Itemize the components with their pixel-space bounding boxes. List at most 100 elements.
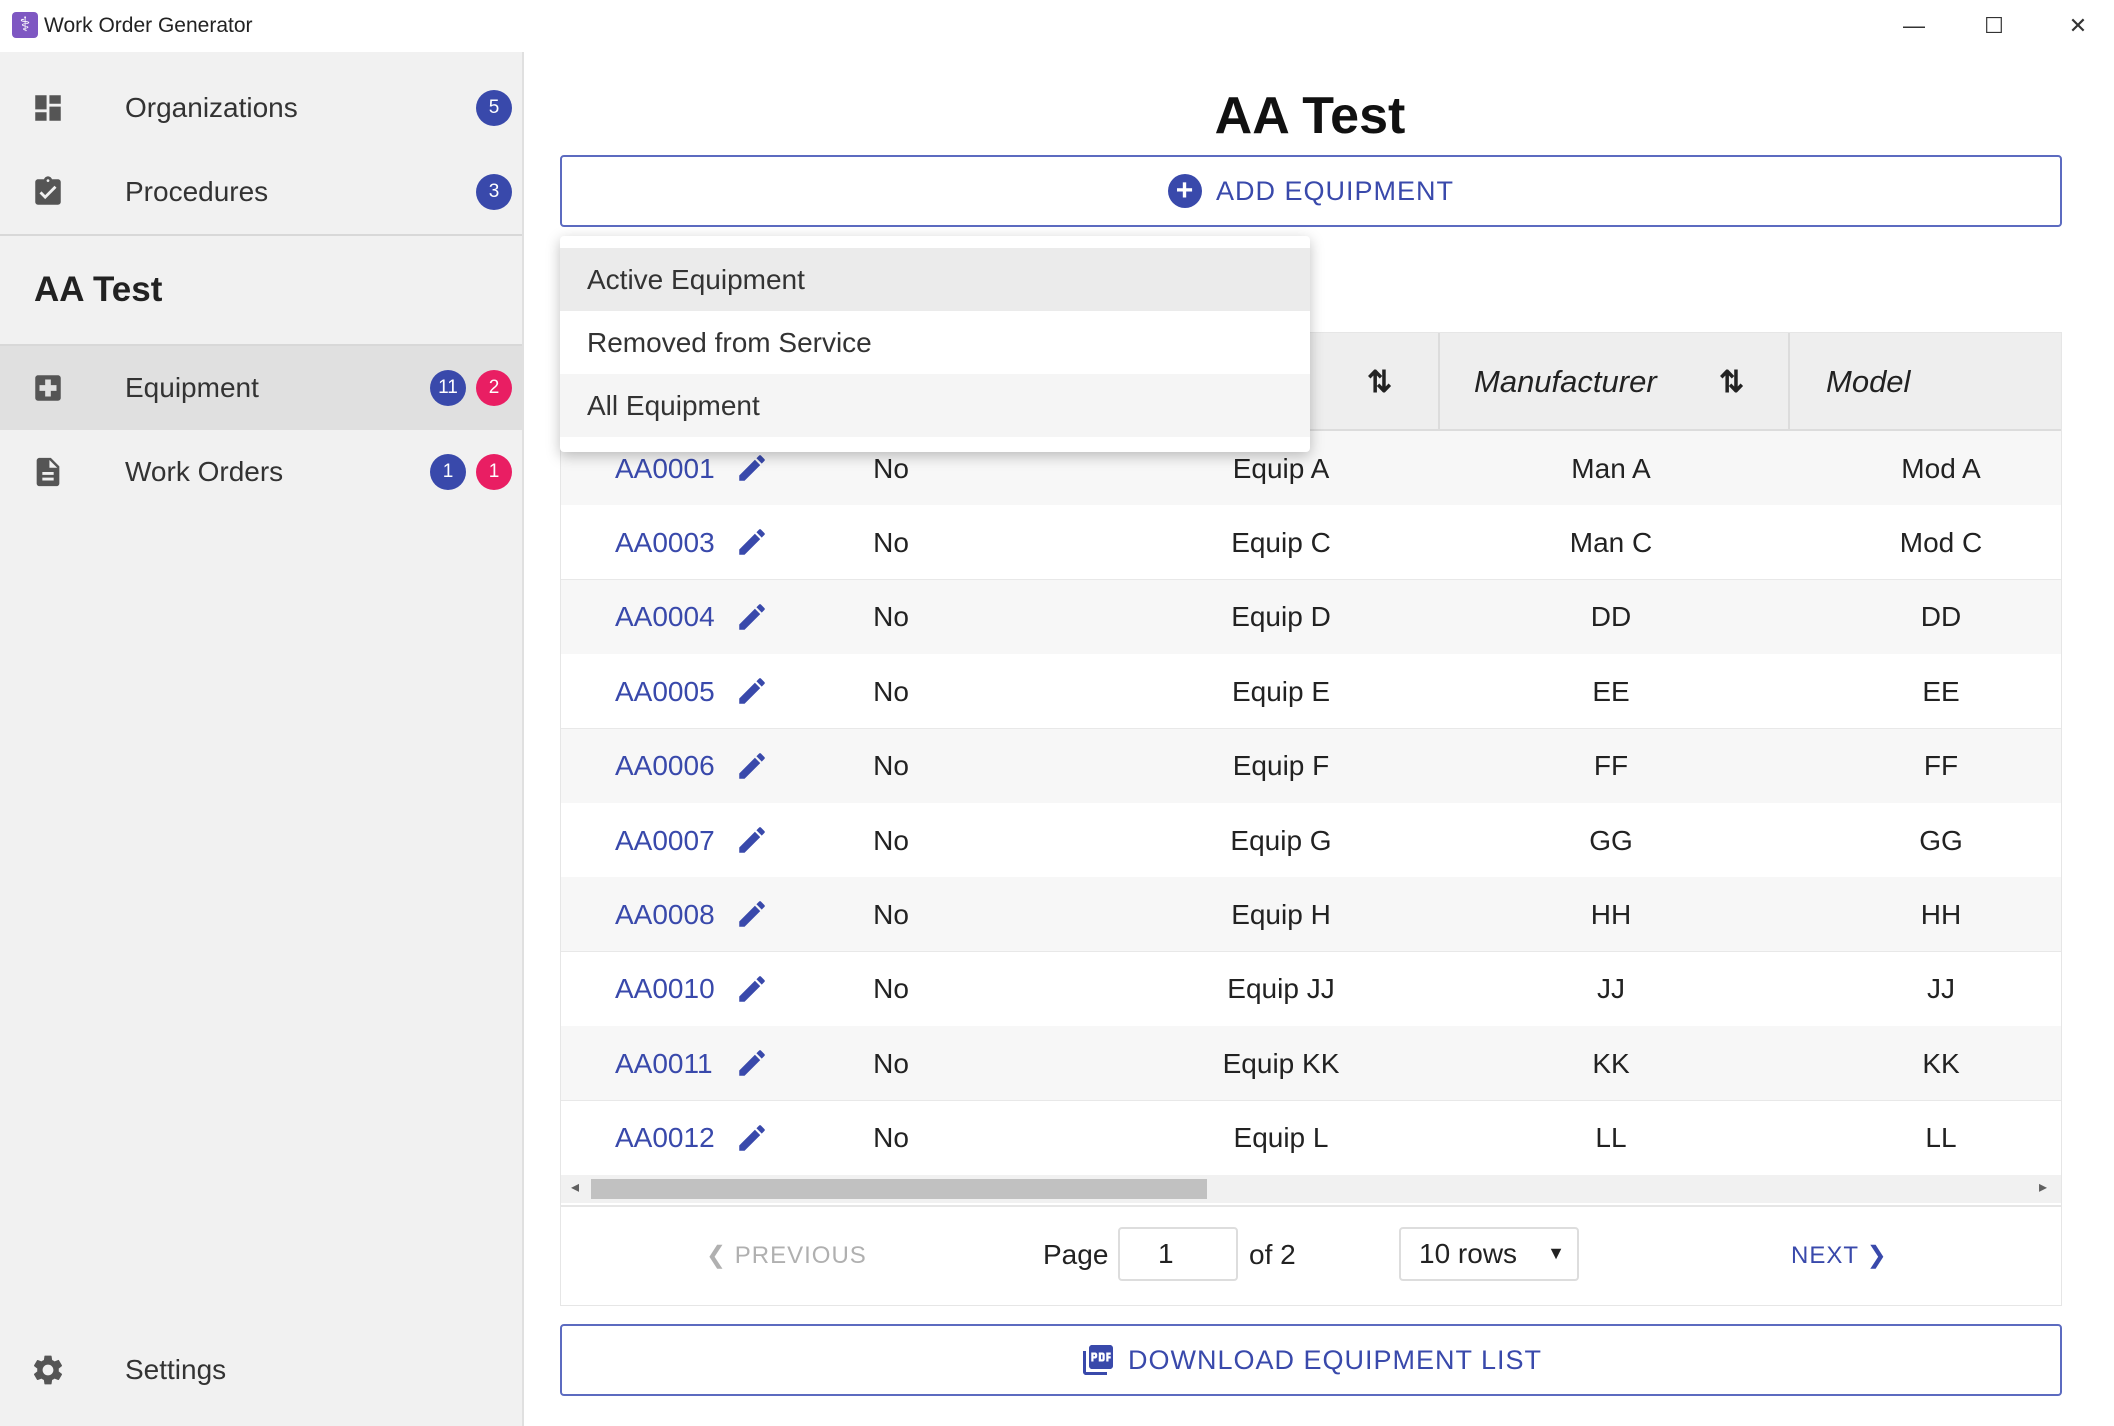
add-equipment-button[interactable]: + ADD EQUIPMENT xyxy=(560,155,2062,227)
column-header-manufacturer[interactable]: Manufacturer xyxy=(1474,333,1657,431)
sort-icon[interactable]: ⇅ xyxy=(1719,365,1744,400)
add-circle-icon: + xyxy=(1167,174,1202,208)
removed-cell: No xyxy=(873,526,909,558)
equipment-id-link[interactable]: AA0006 xyxy=(615,729,715,804)
model-cell: DD xyxy=(1920,601,1962,633)
removed-cell: No xyxy=(873,1122,909,1154)
sidebar-item-label: Work Orders xyxy=(125,456,284,487)
table-row: AA0010 No Equip JJ JJ JJ xyxy=(561,951,2061,1027)
description-cell: Equip D xyxy=(1231,601,1331,633)
manufacturer-cell: JJ xyxy=(1597,973,1625,1005)
pencil-edit-icon[interactable] xyxy=(735,525,769,559)
equipment-id-link[interactable]: AA0008 xyxy=(615,877,715,952)
table-body: AA0001 No Equip A Man A Mod A AA0003 No Equip C… xyxy=(561,431,2061,1176)
maximize-button[interactable]: ☐ xyxy=(1964,8,2024,44)
sidebar-item-label: Procedures xyxy=(125,176,269,207)
menu-item-removed-from-service[interactable]: Removed from Service xyxy=(560,311,1310,374)
pencil-edit-icon[interactable] xyxy=(735,1121,769,1155)
chevron-left-icon: ❮ xyxy=(706,1242,735,1269)
model-cell: KK xyxy=(1922,1047,1960,1079)
description-cell: Equip C xyxy=(1231,526,1331,558)
pencil-edit-icon[interactable] xyxy=(735,451,769,485)
scroll-left-arrow-icon[interactable]: ◂ xyxy=(571,1177,579,1197)
pdf-icon xyxy=(1082,1345,1113,1375)
model-cell: Mod A xyxy=(1901,452,1981,484)
rows-per-page-select[interactable]: 10 rows ▼ xyxy=(1399,1227,1579,1281)
close-button[interactable]: ✕ xyxy=(2048,8,2108,44)
manufacturer-cell: EE xyxy=(1592,675,1630,707)
removed-cell: No xyxy=(873,824,909,856)
next-page-button[interactable]: NEXT ❯ xyxy=(1791,1241,1888,1270)
sidebar-item-settings[interactable]: Settings xyxy=(0,1328,522,1412)
equipment-id-link[interactable]: AA0003 xyxy=(615,505,715,580)
model-cell: FF xyxy=(1923,750,1959,782)
equipment-count-badge: 11 xyxy=(430,370,466,406)
pencil-edit-icon[interactable] xyxy=(735,674,769,708)
horizontal-scrollbar[interactable]: ◂ ▸ xyxy=(561,1175,2061,1203)
manufacturer-cell: FF xyxy=(1593,750,1629,782)
removed-cell: No xyxy=(873,1047,909,1079)
description-cell: Equip JJ xyxy=(1227,973,1335,1005)
medical-plus-icon xyxy=(30,370,66,406)
page-total-label: of 2 xyxy=(1249,1239,1296,1270)
table-row: AA0012 No Equip L LL LL xyxy=(561,1100,2061,1176)
sidebar-item-work-orders[interactable]: Work Orders 1 1 xyxy=(0,430,522,514)
scroll-right-arrow-icon[interactable]: ▸ xyxy=(2039,1177,2047,1197)
pencil-edit-icon[interactable] xyxy=(735,749,769,783)
equipment-id-link[interactable]: AA0005 xyxy=(615,654,715,729)
equipment-id-link[interactable]: AA0010 xyxy=(615,952,715,1027)
model-cell: LL xyxy=(1925,1122,1957,1154)
sidebar-item-label: Settings xyxy=(125,1354,227,1385)
manufacturer-cell: GG xyxy=(1589,824,1633,856)
pencil-edit-icon[interactable] xyxy=(735,1046,769,1080)
equipment-id-link[interactable]: AA0011 xyxy=(615,1026,713,1101)
manufacturer-cell: HH xyxy=(1590,898,1632,930)
equipment-id-link[interactable]: AA0004 xyxy=(615,580,715,655)
pencil-edit-icon[interactable] xyxy=(735,897,769,931)
equipment-alert-badge: 2 xyxy=(476,370,512,406)
menu-item-active-equipment[interactable]: Active Equipment xyxy=(560,248,1310,311)
manufacturer-cell: Man C xyxy=(1569,526,1653,558)
sidebar-item-equipment[interactable]: Equipment 11 2 xyxy=(0,346,522,430)
equipment-id-link[interactable]: AA0007 xyxy=(615,803,715,878)
sidebar-divider xyxy=(0,234,522,236)
scrollbar-thumb[interactable] xyxy=(591,1179,1207,1199)
clipboard-check-icon xyxy=(30,174,66,210)
pencil-edit-icon[interactable] xyxy=(735,600,769,634)
description-cell: Equip L xyxy=(1233,1122,1329,1154)
column-separator xyxy=(1788,333,1790,431)
app-logo-icon: ⚕ xyxy=(12,12,38,38)
sidebar-item-organizations[interactable]: Organizations 5 xyxy=(0,66,522,150)
table-row: AA0006 No Equip F FF FF xyxy=(561,728,2061,804)
menu-item-all-equipment[interactable]: All Equipment xyxy=(560,374,1310,437)
previous-page-button[interactable]: ❮ PREVIOUS xyxy=(706,1241,867,1270)
page-number-input[interactable] xyxy=(1118,1227,1238,1281)
removed-cell: No xyxy=(873,898,909,930)
window-title: Work Order Generator xyxy=(44,14,253,37)
manufacturer-cell: LL xyxy=(1595,1122,1627,1154)
removed-cell: No xyxy=(873,973,909,1005)
manufacturer-cell: KK xyxy=(1592,1047,1630,1079)
pencil-edit-icon[interactable] xyxy=(735,972,769,1006)
dashboard-icon xyxy=(30,90,66,126)
caret-down-icon: ▼ xyxy=(1547,1243,1565,1263)
sort-icon[interactable]: ⇅ xyxy=(1367,365,1392,400)
procedures-count-badge: 3 xyxy=(476,174,512,210)
work-orders-count-badge: 1 xyxy=(430,454,466,490)
sidebar-item-label: Equipment xyxy=(125,372,259,403)
minimize-button[interactable]: — xyxy=(1884,8,1944,44)
column-separator xyxy=(1438,333,1440,431)
column-header-model[interactable]: Model xyxy=(1826,333,1910,431)
description-cell: Equip E xyxy=(1231,675,1331,707)
equipment-id-link[interactable]: AA0012 xyxy=(615,1101,715,1176)
download-equipment-list-button[interactable]: DOWNLOAD EQUIPMENT LIST xyxy=(560,1324,2062,1396)
pagination-bar: ❮ PREVIOUS Page of 2 10 rows ▼ NEXT ❯ xyxy=(561,1205,2061,1305)
pencil-edit-icon[interactable] xyxy=(735,823,769,857)
equipment-filter-menu: Active Equipment Removed from Service Al… xyxy=(560,236,1310,452)
sidebar-item-procedures[interactable]: Procedures 3 xyxy=(0,150,522,234)
model-cell: EE xyxy=(1922,675,1960,707)
model-cell: JJ xyxy=(1927,973,1955,1005)
removed-cell: No xyxy=(873,675,909,707)
removed-cell: No xyxy=(873,750,909,782)
page-title: AA Test xyxy=(1214,87,1406,145)
